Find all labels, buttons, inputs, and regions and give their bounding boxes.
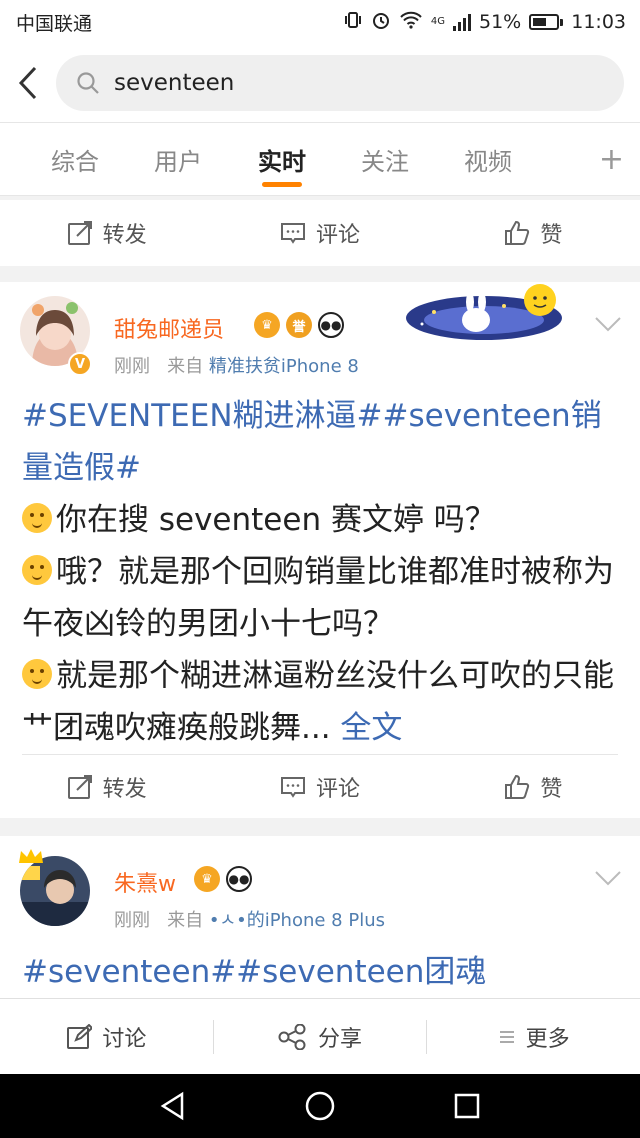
repost-button[interactable]: 转发 bbox=[0, 200, 213, 266]
thumbs-up-icon bbox=[505, 220, 530, 245]
vibrate-icon bbox=[343, 10, 363, 34]
post-hashtags[interactable]: #seventeen##seventeen团魂 bbox=[22, 954, 486, 990]
comment-icon bbox=[280, 776, 305, 798]
edit-icon bbox=[67, 1023, 93, 1049]
chevron-left-icon bbox=[18, 66, 37, 100]
status-bar: 中国联通 4G 51% 11:03 bbox=[0, 0, 640, 44]
search-input[interactable] bbox=[114, 70, 554, 96]
tab-following[interactable]: 关注 bbox=[340, 123, 430, 195]
tab-users[interactable]: 用户 bbox=[133, 123, 223, 195]
comment-icon bbox=[280, 223, 305, 244]
nav-back-button[interactable] bbox=[143, 1076, 203, 1136]
wifi-icon bbox=[399, 11, 423, 33]
tab-comprehensive[interactable]: 综合 bbox=[30, 123, 120, 195]
post-line-2: 哦？就是那个回购销量比谁都准时被称为午夜凶铃的男团小十七吗？ bbox=[22, 554, 614, 642]
system-nav-bar bbox=[0, 1074, 640, 1138]
chevron-down-icon bbox=[595, 317, 621, 332]
post-from-label: 来自 bbox=[167, 910, 204, 931]
post-meta: 刚刚 来自 •ㅅ•的iPhone 8 Plus bbox=[114, 906, 385, 932]
share-icon bbox=[278, 1023, 306, 1050]
post-hashtags[interactable]: #SEVENTEEN糊进淋逼##seventeen销量造假# bbox=[22, 398, 602, 486]
network-type: 4G bbox=[430, 16, 445, 27]
post-line-1: 你在搜 seventeen 赛文婷 吗？ bbox=[56, 502, 496, 538]
square-recents-icon bbox=[454, 1093, 479, 1119]
post-menu-button[interactable] bbox=[594, 870, 622, 890]
battery-icon bbox=[529, 14, 564, 30]
battery-percent: 51% bbox=[479, 11, 522, 33]
panda-badge-icon[interactable]: ●● bbox=[318, 312, 344, 338]
medal-badge-icon[interactable]: 誉 bbox=[286, 312, 312, 338]
back-button[interactable] bbox=[0, 44, 56, 122]
nav-recents-button[interactable] bbox=[437, 1076, 497, 1136]
comment-button[interactable]: 评论 bbox=[213, 200, 426, 266]
thumbs-up-icon bbox=[505, 774, 530, 799]
read-more-link[interactable]: 全文 bbox=[340, 710, 402, 746]
active-tab-indicator bbox=[262, 182, 302, 187]
card-decoration-image bbox=[404, 282, 564, 342]
post-meta: 刚刚 来自 精准扶贫iPhone 8 bbox=[114, 352, 359, 378]
post-time: 刚刚 bbox=[114, 356, 150, 377]
post-action-bar: 转发 评论 赞 bbox=[0, 755, 640, 818]
weibo-post: 朱熹w ♛ ●● 刚刚 来自 •ㅅ•的iPhone 8 Plus #sevent… bbox=[0, 836, 640, 998]
menu-lines-icon bbox=[499, 1030, 514, 1043]
nav-home-button[interactable] bbox=[290, 1076, 350, 1136]
search-header bbox=[0, 44, 640, 122]
plus-icon: + bbox=[598, 141, 624, 177]
more-button[interactable]: 更多 bbox=[427, 999, 640, 1075]
carrier-label: 中国联通 bbox=[16, 12, 93, 35]
repost-icon bbox=[67, 774, 92, 799]
status-icons: 4G 51% 11:03 bbox=[343, 10, 626, 34]
discuss-button[interactable]: 讨论 bbox=[0, 999, 213, 1075]
panda-badge-icon[interactable]: ●● bbox=[226, 866, 252, 892]
like-button[interactable]: 赞 bbox=[427, 755, 640, 818]
like-button[interactable]: 赞 bbox=[427, 200, 640, 266]
hug-emoji-icon bbox=[22, 503, 52, 533]
comment-button[interactable]: 评论 bbox=[213, 755, 426, 818]
magnifier-icon bbox=[77, 72, 99, 94]
share-button[interactable]: 分享 bbox=[214, 999, 427, 1075]
crown-badge-icon[interactable]: ♛ bbox=[254, 312, 280, 338]
repost-button[interactable]: 转发 bbox=[0, 755, 213, 818]
signal-icon bbox=[453, 13, 471, 31]
alarm-icon bbox=[371, 10, 391, 34]
post-line-3: 就是那个糊进淋逼粉丝没什么可吹的只能艹团魂吹瘫痪般跳舞... bbox=[22, 658, 614, 746]
surprised-emoji-icon bbox=[22, 555, 52, 585]
weibo-post: V 甜兔邮递员 ♛ 誉 ●● 刚刚 来自 精准扶贫iPhone 8 #SEVEN… bbox=[0, 282, 640, 818]
prev-post-action-bar: 转发 评论 赞 bbox=[0, 200, 640, 266]
post-username[interactable]: 朱熹w bbox=[114, 866, 176, 898]
circle-home-icon bbox=[305, 1091, 335, 1121]
post-source[interactable]: 精准扶贫iPhone 8 bbox=[209, 356, 359, 377]
user-avatar[interactable] bbox=[20, 856, 90, 926]
post-body: #SEVENTEEN糊进淋逼##seventeen销量造假# 你在搜 seven… bbox=[22, 390, 622, 754]
repost-icon bbox=[67, 221, 92, 245]
search-box[interactable] bbox=[56, 55, 624, 111]
clock: 11:03 bbox=[571, 11, 626, 33]
post-source[interactable]: •ㅅ•的iPhone 8 Plus bbox=[209, 910, 385, 931]
tab-video[interactable]: 视频 bbox=[443, 123, 533, 195]
post-username[interactable]: 甜兔邮递员 bbox=[114, 312, 224, 344]
chevron-down-icon bbox=[595, 871, 621, 886]
crown-decoration-icon bbox=[18, 848, 44, 864]
post-body: #seventeen##seventeen团魂 bbox=[22, 946, 622, 998]
smirk-emoji-icon bbox=[22, 659, 52, 689]
bottom-toolbar: 讨论 分享 更多 bbox=[0, 998, 640, 1074]
post-menu-button[interactable] bbox=[594, 316, 622, 336]
filter-tabs: 综合 用户 实时 关注 视频 + bbox=[0, 122, 640, 196]
tab-realtime[interactable]: 实时 bbox=[237, 123, 327, 195]
triangle-back-icon bbox=[160, 1091, 184, 1121]
verified-badge-icon: V bbox=[68, 352, 92, 376]
crown-badge-icon[interactable]: ♛ bbox=[194, 866, 220, 892]
add-tab-button[interactable]: + bbox=[599, 123, 624, 195]
post-time: 刚刚 bbox=[114, 910, 150, 931]
post-from-label: 来自 bbox=[167, 356, 204, 377]
